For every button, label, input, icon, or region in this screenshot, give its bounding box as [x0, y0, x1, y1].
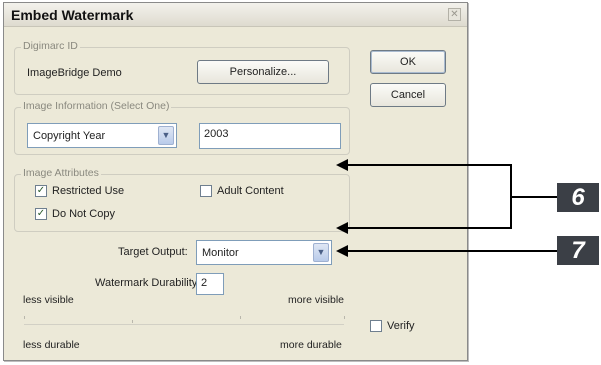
embed-watermark-dialog: Embed Watermark ✕ Digimarc ID ImageBridg… — [3, 2, 468, 361]
adult-content-checkbox[interactable] — [200, 185, 212, 197]
callout-line — [346, 164, 512, 166]
slider-tick — [24, 316, 25, 319]
callout-line — [346, 227, 512, 229]
image-attributes-legend: Image Attributes — [21, 167, 101, 179]
cancel-button[interactable]: Cancel — [370, 83, 446, 107]
durability-input[interactable]: 2 — [196, 273, 224, 295]
info-type-value: Copyright Year — [33, 130, 106, 142]
close-icon[interactable]: ✕ — [448, 8, 461, 21]
target-output-select[interactable]: Monitor ▼ — [196, 240, 332, 265]
digimarc-id-group: Digimarc ID ImageBridge Demo Personalize… — [14, 40, 350, 95]
more-visible-label: more visible — [288, 294, 345, 306]
adult-content-label: Adult Content — [217, 185, 284, 197]
restricted-use-label: Restricted Use — [52, 185, 125, 197]
image-information-group: Image Information (Select One) Copyright… — [14, 100, 350, 155]
durability-value: 2 — [201, 277, 208, 289]
verify-checkbox[interactable] — [370, 320, 382, 332]
slider-track[interactable] — [24, 324, 344, 325]
target-output-label: Target Output: — [118, 246, 188, 258]
title-bar: Embed Watermark ✕ — [4, 3, 467, 27]
slider-tick — [344, 316, 345, 319]
target-output-value: Monitor — [202, 247, 239, 259]
callout-7-badge: 7 — [557, 236, 599, 265]
less-visible-label: less visible — [23, 294, 74, 306]
info-type-select[interactable]: Copyright Year ▼ — [27, 123, 177, 148]
callout-line — [346, 250, 558, 252]
year-input[interactable]: 2003 — [199, 123, 341, 149]
ok-button[interactable]: OK — [370, 50, 446, 74]
durability-label: Watermark Durability: — [95, 277, 201, 289]
digimarc-id-value: ImageBridge Demo — [27, 67, 122, 79]
personalize-button[interactable]: Personalize... — [197, 60, 329, 84]
chevron-down-icon[interactable]: ▼ — [313, 243, 329, 262]
do-not-copy-checkbox[interactable]: ✓ — [35, 208, 47, 220]
chevron-down-icon[interactable]: ▼ — [158, 126, 174, 145]
callout-6-badge: 6 — [557, 183, 599, 212]
digimarc-id-legend: Digimarc ID — [21, 40, 80, 52]
image-attributes-group: Image Attributes ✓ Restricted Use Adult … — [14, 167, 350, 232]
year-input-value: 2003 — [204, 128, 229, 140]
less-durable-label: less durable — [23, 339, 80, 351]
do-not-copy-label: Do Not Copy — [52, 208, 115, 220]
slider-tick — [132, 320, 133, 323]
restricted-use-checkbox[interactable]: ✓ — [35, 185, 47, 197]
callout-line — [510, 196, 560, 198]
more-durable-label: more durable — [280, 339, 342, 351]
image-information-legend: Image Information (Select One) — [21, 100, 172, 112]
verify-label: Verify — [387, 320, 415, 332]
slider-tick — [240, 316, 241, 319]
dialog-title: Embed Watermark — [11, 7, 134, 23]
